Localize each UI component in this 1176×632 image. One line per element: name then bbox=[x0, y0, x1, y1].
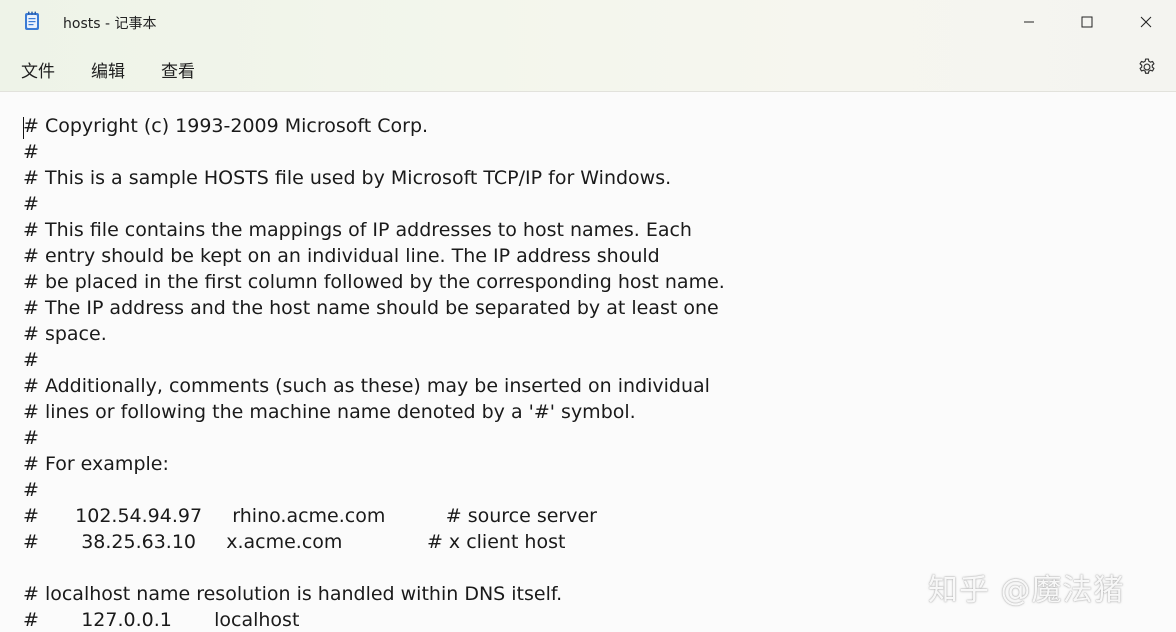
editor-line: # lines or following the machine name de… bbox=[23, 401, 636, 423]
close-icon bbox=[1140, 16, 1152, 28]
editor-line: # This is a sample HOSTS file used by Mi… bbox=[23, 167, 672, 189]
minimize-icon bbox=[1024, 21, 1034, 23]
menu-edit[interactable]: 编辑 bbox=[91, 57, 125, 82]
editor-lines: # Copyright (c) 1993-2009 Microsoft Corp… bbox=[23, 113, 725, 632]
gear-icon bbox=[1139, 58, 1155, 74]
editor-line: # The IP address and the host name shoul… bbox=[23, 297, 719, 319]
editor-line bbox=[23, 555, 725, 581]
settings-button[interactable] bbox=[1135, 55, 1159, 79]
editor-line: # be placed in the first column followed… bbox=[23, 271, 725, 293]
editor-line: # localhost name resolution is handled w… bbox=[23, 583, 563, 605]
text-editor[interactable]: # Copyright (c) 1993-2009 Microsoft Corp… bbox=[0, 92, 1176, 632]
editor-line: # entry should be kept on an individual … bbox=[23, 245, 660, 267]
minimize-button[interactable] bbox=[1000, 0, 1058, 44]
editor-line: # 102.54.94.97 rhino.acme.com # source s… bbox=[23, 505, 597, 527]
window-title: hosts - 记事本 bbox=[63, 16, 157, 32]
editor-line: # Additionally, comments (such as these)… bbox=[23, 375, 710, 397]
editor-line: # bbox=[23, 193, 39, 215]
editor-line: # For example: bbox=[23, 453, 169, 475]
editor-line: # 127.0.0.1 localhost bbox=[23, 609, 300, 631]
editor-line: # bbox=[23, 479, 39, 501]
maximize-icon bbox=[1081, 16, 1093, 28]
menu-file[interactable]: 文件 bbox=[21, 57, 55, 82]
editor-line: # bbox=[23, 427, 39, 449]
watermark: 知乎 @魔法猪 bbox=[928, 573, 1125, 608]
close-button[interactable] bbox=[1117, 0, 1175, 44]
menu-view[interactable]: 查看 bbox=[161, 57, 195, 82]
title-bar[interactable]: hosts - 记事本 bbox=[0, 0, 1176, 44]
editor-line: # bbox=[23, 141, 39, 163]
maximize-button[interactable] bbox=[1058, 0, 1116, 44]
editor-line: # bbox=[23, 349, 39, 371]
text-caret bbox=[23, 117, 24, 139]
editor-line: # Copyright (c) 1993-2009 Microsoft Corp… bbox=[23, 115, 429, 137]
editor-line: # 38.25.63.10 x.acme.com # x client host bbox=[23, 531, 566, 553]
editor-line: # This file contains the mappings of IP … bbox=[23, 219, 692, 241]
editor-line: # space. bbox=[23, 323, 107, 345]
notepad-icon bbox=[24, 11, 40, 31]
menu-bar: 文件 编辑 查看 bbox=[0, 44, 1176, 92]
